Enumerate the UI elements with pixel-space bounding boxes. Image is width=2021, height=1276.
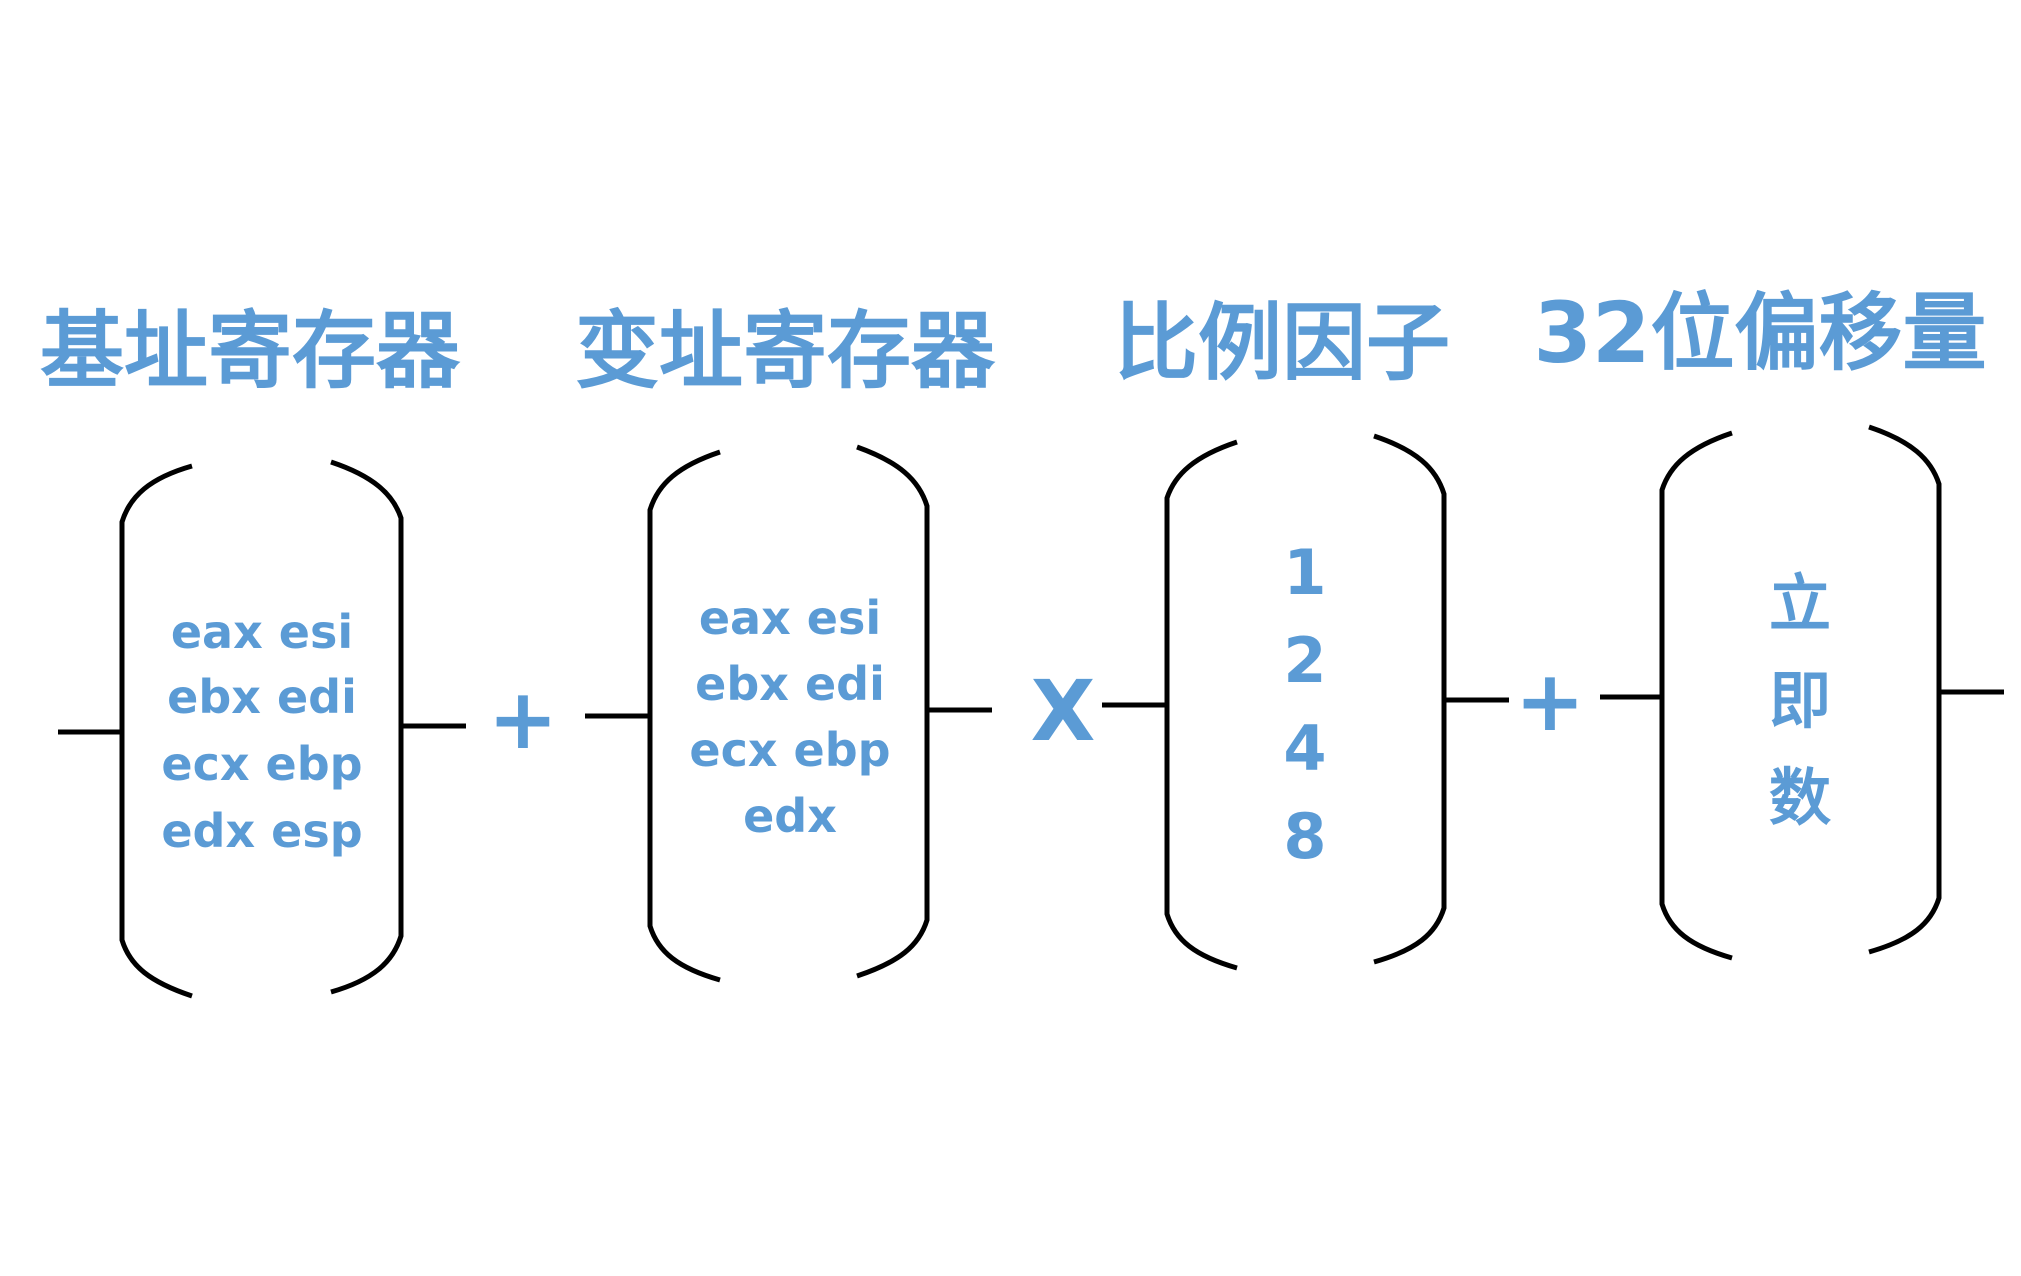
register-option: edx (743, 789, 837, 843)
register-option: ecx ebp (161, 737, 362, 791)
scale-value: 2 (1283, 624, 1326, 697)
scale-value: 1 (1283, 536, 1326, 609)
register-option: eax esi (699, 591, 881, 645)
displacement-char: 即 (1769, 664, 1831, 737)
heading-base-register: 基址寄存器 (40, 302, 461, 400)
heading-scale-factor: 比例因子 (1114, 294, 1450, 392)
plus-operator: + (1515, 652, 1585, 750)
scale-value: 4 (1283, 712, 1326, 785)
displacement-char: 数 (1769, 761, 1831, 834)
right-bracket (330, 459, 404, 995)
register-option: eax esi (171, 605, 353, 659)
scale-value: 8 (1283, 800, 1326, 873)
register-option: ecx ebp (689, 723, 890, 777)
displacement-char: 立 (1769, 567, 1831, 640)
right-bracket (1373, 433, 1447, 965)
register-option: ebx edi (695, 657, 885, 711)
heading-index-register: 变址寄存器 (575, 302, 996, 400)
plus-operator: + (488, 670, 558, 768)
register-option: ebx edi (167, 670, 357, 724)
index-register-group: eax esi ebx edi ecx ebp edx (585, 444, 992, 983)
times-operator: X (1031, 662, 1096, 760)
right-bracket (856, 444, 930, 979)
displacement-group: 立 即 数 (1600, 424, 2004, 961)
heading-displacement: 32位偏移量 (1534, 284, 1987, 382)
scale-factor-group: 1 2 4 8 (1102, 433, 1509, 971)
base-register-group: eax esi ebx edi ecx ebp edx esp (58, 459, 466, 999)
left-bracket (647, 449, 721, 983)
left-bracket (1164, 439, 1238, 971)
left-bracket (119, 463, 193, 999)
register-option: edx esp (161, 804, 362, 858)
left-bracket (1659, 430, 1733, 961)
address-formula-diagram: 基址寄存器 变址寄存器 比例因子 32位偏移量 eax esi ebx edi … (40, 284, 2004, 999)
right-bracket (1868, 424, 1942, 955)
